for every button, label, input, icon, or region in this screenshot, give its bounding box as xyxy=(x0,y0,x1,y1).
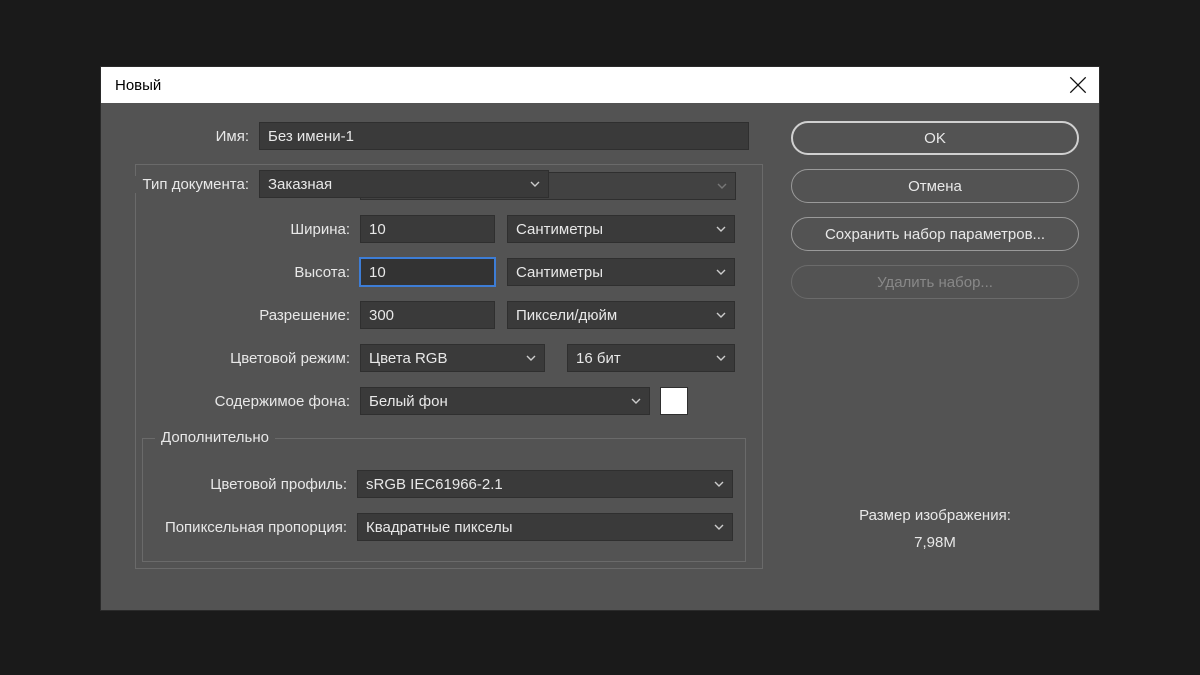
doctype-row: Тип документа: Заказная xyxy=(135,170,549,198)
image-size-info: Размер изображения: 7,98M xyxy=(791,502,1079,556)
colormode-label: Цветовой режим: xyxy=(136,350,360,367)
height-unit-select[interactable]: Сантиметры xyxy=(507,258,735,286)
ok-button[interactable]: OK xyxy=(791,121,1079,155)
width-unit-value: Сантиметры xyxy=(516,221,603,238)
form-area: Имя: Тип документа: Заказная xyxy=(111,121,767,592)
doctype-select[interactable]: Заказная xyxy=(259,170,549,198)
bgcontents-select[interactable]: Белый фон xyxy=(360,387,650,415)
bitdepth-value: 16 бит xyxy=(576,350,621,367)
button-panel: OK Отмена Сохранить набор параметров... … xyxy=(791,121,1079,592)
height-input[interactable] xyxy=(360,258,495,286)
resolution-input[interactable] xyxy=(360,301,495,329)
save-preset-button[interactable]: Сохранить набор параметров... xyxy=(791,217,1079,251)
colorprofile-label: Цветовой профиль: xyxy=(143,476,357,493)
chevron-down-icon xyxy=(717,181,727,191)
width-unit-select[interactable]: Сантиметры xyxy=(507,215,735,243)
name-label: Имя: xyxy=(111,128,259,145)
resolution-unit-select[interactable]: Пиксели/дюйм xyxy=(507,301,735,329)
cancel-button[interactable]: Отмена xyxy=(791,169,1079,203)
chevron-down-icon xyxy=(530,179,540,189)
pixelaspect-select[interactable]: Квадратные пикселы xyxy=(357,513,733,541)
advanced-legend: Дополнительно xyxy=(155,429,275,446)
bgcontents-label: Содержимое фона: xyxy=(136,393,360,410)
chevron-down-icon xyxy=(716,310,726,320)
height-unit-value: Сантиметры xyxy=(516,264,603,281)
chevron-down-icon xyxy=(716,353,726,363)
doctype-value: Заказная xyxy=(268,176,332,193)
chevron-down-icon xyxy=(526,353,536,363)
resolution-unit-value: Пиксели/дюйм xyxy=(516,307,617,324)
pixelaspect-label: Попиксельная пропорция: xyxy=(143,519,357,536)
advanced-fieldset: Дополнительно Цветовой профиль: sRGB IEC… xyxy=(142,438,746,562)
titlebar: Новый xyxy=(101,67,1099,103)
close-icon[interactable] xyxy=(1067,74,1089,96)
delete-preset-button: Удалить набор... xyxy=(791,265,1079,299)
height-label: Высота: xyxy=(136,264,360,281)
document-fieldset: Тип документа: Заказная .fieldset.doc{pa… xyxy=(135,164,763,569)
image-size-value: 7,98M xyxy=(791,529,1079,556)
resolution-label: Разрешение: xyxy=(136,307,360,324)
doctype-label: Тип документа: xyxy=(135,176,259,193)
chevron-down-icon xyxy=(714,479,724,489)
chevron-down-icon xyxy=(714,522,724,532)
new-document-dialog: Новый Имя: Тип документа: Заказная xyxy=(100,66,1100,611)
dialog-title: Новый xyxy=(115,77,161,94)
width-input[interactable] xyxy=(360,215,495,243)
colormode-value: Цвета RGB xyxy=(369,350,447,367)
bg-color-swatch[interactable] xyxy=(660,387,688,415)
chevron-down-icon xyxy=(716,267,726,277)
pixelaspect-value: Квадратные пикселы xyxy=(366,519,513,536)
chevron-down-icon xyxy=(631,396,641,406)
colorprofile-select[interactable]: sRGB IEC61966-2.1 xyxy=(357,470,733,498)
bitdepth-select[interactable]: 16 бит xyxy=(567,344,735,372)
image-size-label: Размер изображения: xyxy=(791,502,1079,529)
name-input[interactable] xyxy=(259,122,749,150)
colorprofile-value: sRGB IEC61966-2.1 xyxy=(366,476,503,493)
chevron-down-icon xyxy=(716,224,726,234)
bgcontents-value: Белый фон xyxy=(369,393,448,410)
colormode-select[interactable]: Цвета RGB xyxy=(360,344,545,372)
width-label: Ширина: xyxy=(136,221,360,238)
